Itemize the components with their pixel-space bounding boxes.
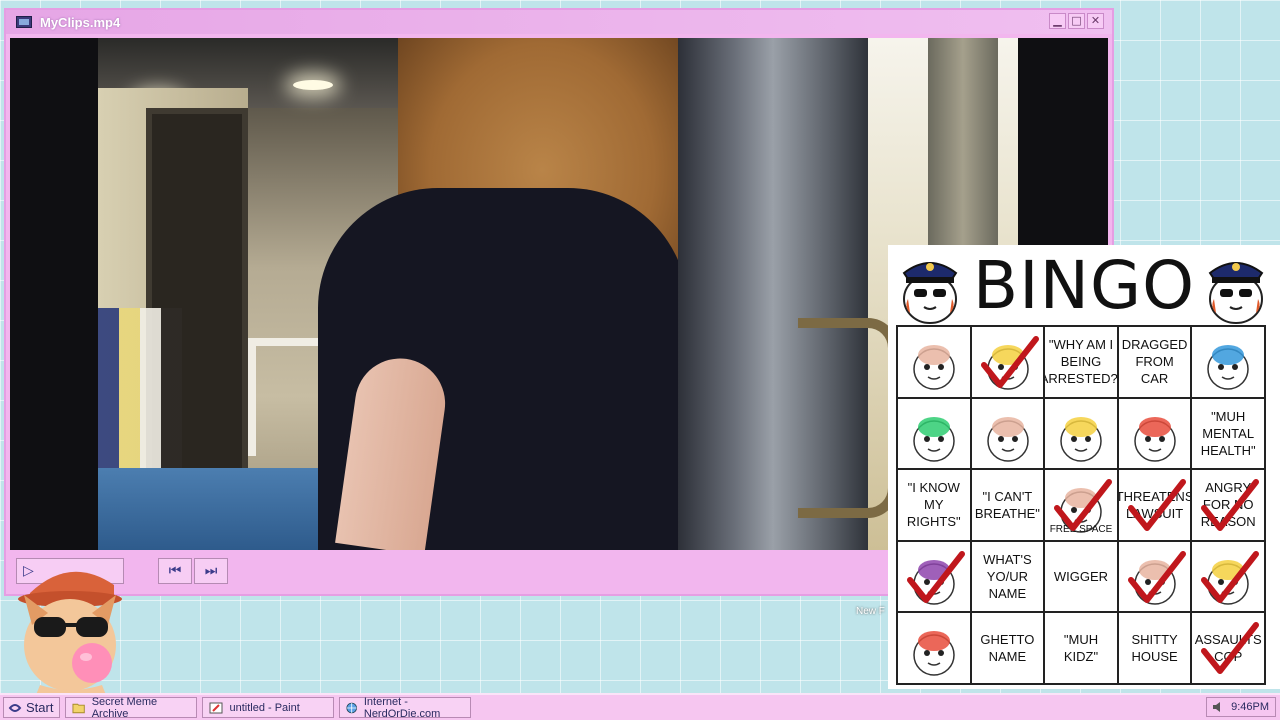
bingo-cell (1117, 540, 1192, 613)
bingo-cell (897, 326, 971, 398)
bingo-cell: "I CAN'T BREATHE" (970, 469, 1045, 541)
maximize-button[interactable]: □ (1068, 13, 1085, 29)
system-tray: 9:46PM (1206, 697, 1276, 717)
police-cat-mascot-icon (902, 262, 958, 324)
taskbar-item-paint[interactable]: untitled - Paint (202, 697, 335, 718)
video-scene (98, 38, 1018, 550)
taskbar-item-label: Secret Meme Archive (91, 695, 158, 720)
bingo-cell-text: "MUH KIDZ" (1063, 632, 1099, 665)
bingo-cell-text: SHITTY HOUSE (1131, 632, 1178, 665)
bingo-cell: SHITTY HOUSE (1117, 612, 1192, 684)
bingo-cell: WHAT'S YO/UR NAME (970, 540, 1045, 613)
start-logo-icon (8, 703, 22, 712)
close-button[interactable]: ✕ (1087, 13, 1104, 29)
skip-forward-icon: ⏭ (204, 563, 218, 579)
clock: 9:46PM (1231, 701, 1269, 713)
taskbar-item-label: untitled - Paint (229, 701, 300, 714)
bingo-cell: FREE SPACE (1044, 469, 1118, 541)
bingo-cell-text: WIGGER (1053, 569, 1109, 585)
window-title: MyClips.mp4 (40, 14, 121, 30)
bingo-cell-text: "WHY AM I BEING ARRESTED?" (1045, 337, 1118, 387)
bingo-grid: "WHY AM I BEING ARRESTED?"DRAGGED FROM C… (896, 325, 1266, 685)
bingo-cell: GHETTO NAME (970, 612, 1045, 684)
taskbar: Start Secret Meme Archive untitled - Pai… (0, 693, 1280, 720)
cat-girl-sticker-icon (913, 345, 955, 390)
bingo-cell (1117, 397, 1192, 470)
checkmark-icon (1201, 479, 1260, 532)
bingo-cell-text: WHAT'S YO/UR NAME (983, 552, 1032, 602)
previous-button[interactable]: ⏮ (158, 558, 192, 584)
bingo-cell-text: "MUH MENTAL HEALTH" (1200, 408, 1256, 458)
video-file-icon (16, 16, 32, 28)
bubblegum-cat-sticker-icon (18, 571, 122, 695)
bingo-cell: ANGRY FOR NO REASON (1191, 469, 1265, 541)
bingo-cell: "MUH KIDZ" (1044, 612, 1118, 684)
bingo-cell-text: GHETTO NAME (980, 632, 1035, 665)
checkmark-icon (907, 550, 965, 603)
start-label: Start (26, 700, 54, 715)
next-button[interactable]: ⏭ (194, 558, 228, 584)
bingo-cell (970, 397, 1045, 470)
bingo-cell (1191, 326, 1265, 398)
red-hair-character-sticker-icon (1060, 416, 1102, 462)
title-bar[interactable]: MyClips.mp4 ▁ □ ✕ (6, 10, 1112, 34)
playback-controls: ▷ ⏮ ⏭ (10, 554, 890, 588)
bingo-cell (1191, 540, 1265, 613)
crying-character-sticker-icon (913, 416, 955, 462)
bingo-cell: DRAGGED FROM CAR (1117, 326, 1192, 398)
taskbar-item-secret-meme-archive[interactable]: Secret Meme Archive (65, 695, 198, 720)
bingo-cell (897, 397, 971, 470)
desktop-icon-label[interactable]: New F (856, 606, 885, 617)
bingo-cell (970, 326, 1045, 398)
police-cat-mascot-icon (1208, 262, 1264, 324)
checkmark-icon (1127, 550, 1186, 603)
window-controls: ▁ □ ✕ (1049, 13, 1104, 29)
bingo-cell: THREATENS LAWSUIT (1117, 469, 1192, 541)
bingo-cell: "I KNOW MY RIGHTS" (897, 469, 971, 541)
bingo-cell: ASSAULTS COP (1191, 612, 1265, 684)
checkmark-icon (1201, 550, 1260, 603)
checkmark-icon (1201, 622, 1260, 675)
bingo-cell-text: "I CAN'T BREATHE" (974, 488, 1040, 521)
skip-back-icon: ⏮ (168, 563, 182, 579)
bingo-title: BINGO (972, 247, 1196, 324)
bingo-cell (1044, 397, 1118, 470)
bingo-cell: "WHY AM I BEING ARRESTED?" (1044, 326, 1118, 398)
folder-icon (72, 703, 86, 713)
minimize-button[interactable]: ▁ (1049, 13, 1066, 29)
checkmark-icon (1127, 479, 1186, 532)
sketch-drawing-icon (1207, 345, 1250, 390)
bingo-cell-text: "I KNOW MY RIGHTS" (906, 480, 961, 530)
browser-icon (346, 702, 358, 713)
bingo-card: BINGO "WHY AM I BEING ARRESTED?"DRAGGED … (888, 245, 1280, 689)
fat-cat-sticker-icon (913, 631, 955, 677)
paint-icon (209, 702, 223, 713)
cat-driving-sticker-icon (986, 416, 1029, 462)
taskbar-item-label: Internet - NerdOrDie.com (363, 695, 441, 720)
speaker-icon[interactable] (1211, 700, 1225, 714)
bingo-cell: "MUH MENTAL HEALTH" (1191, 397, 1265, 470)
checkmark-icon (980, 336, 1039, 388)
bingo-cell (897, 540, 971, 613)
bingo-cell (897, 612, 971, 684)
taskbar-item-internet[interactable]: Internet - NerdOrDie.com (339, 695, 472, 720)
cat-sticker-icon (1134, 416, 1176, 462)
start-button[interactable]: Start (3, 697, 61, 718)
checkmark-icon (1054, 479, 1113, 532)
bingo-cell-text: DRAGGED FROM CAR (1121, 337, 1188, 387)
bingo-cell: WIGGER (1044, 540, 1118, 613)
